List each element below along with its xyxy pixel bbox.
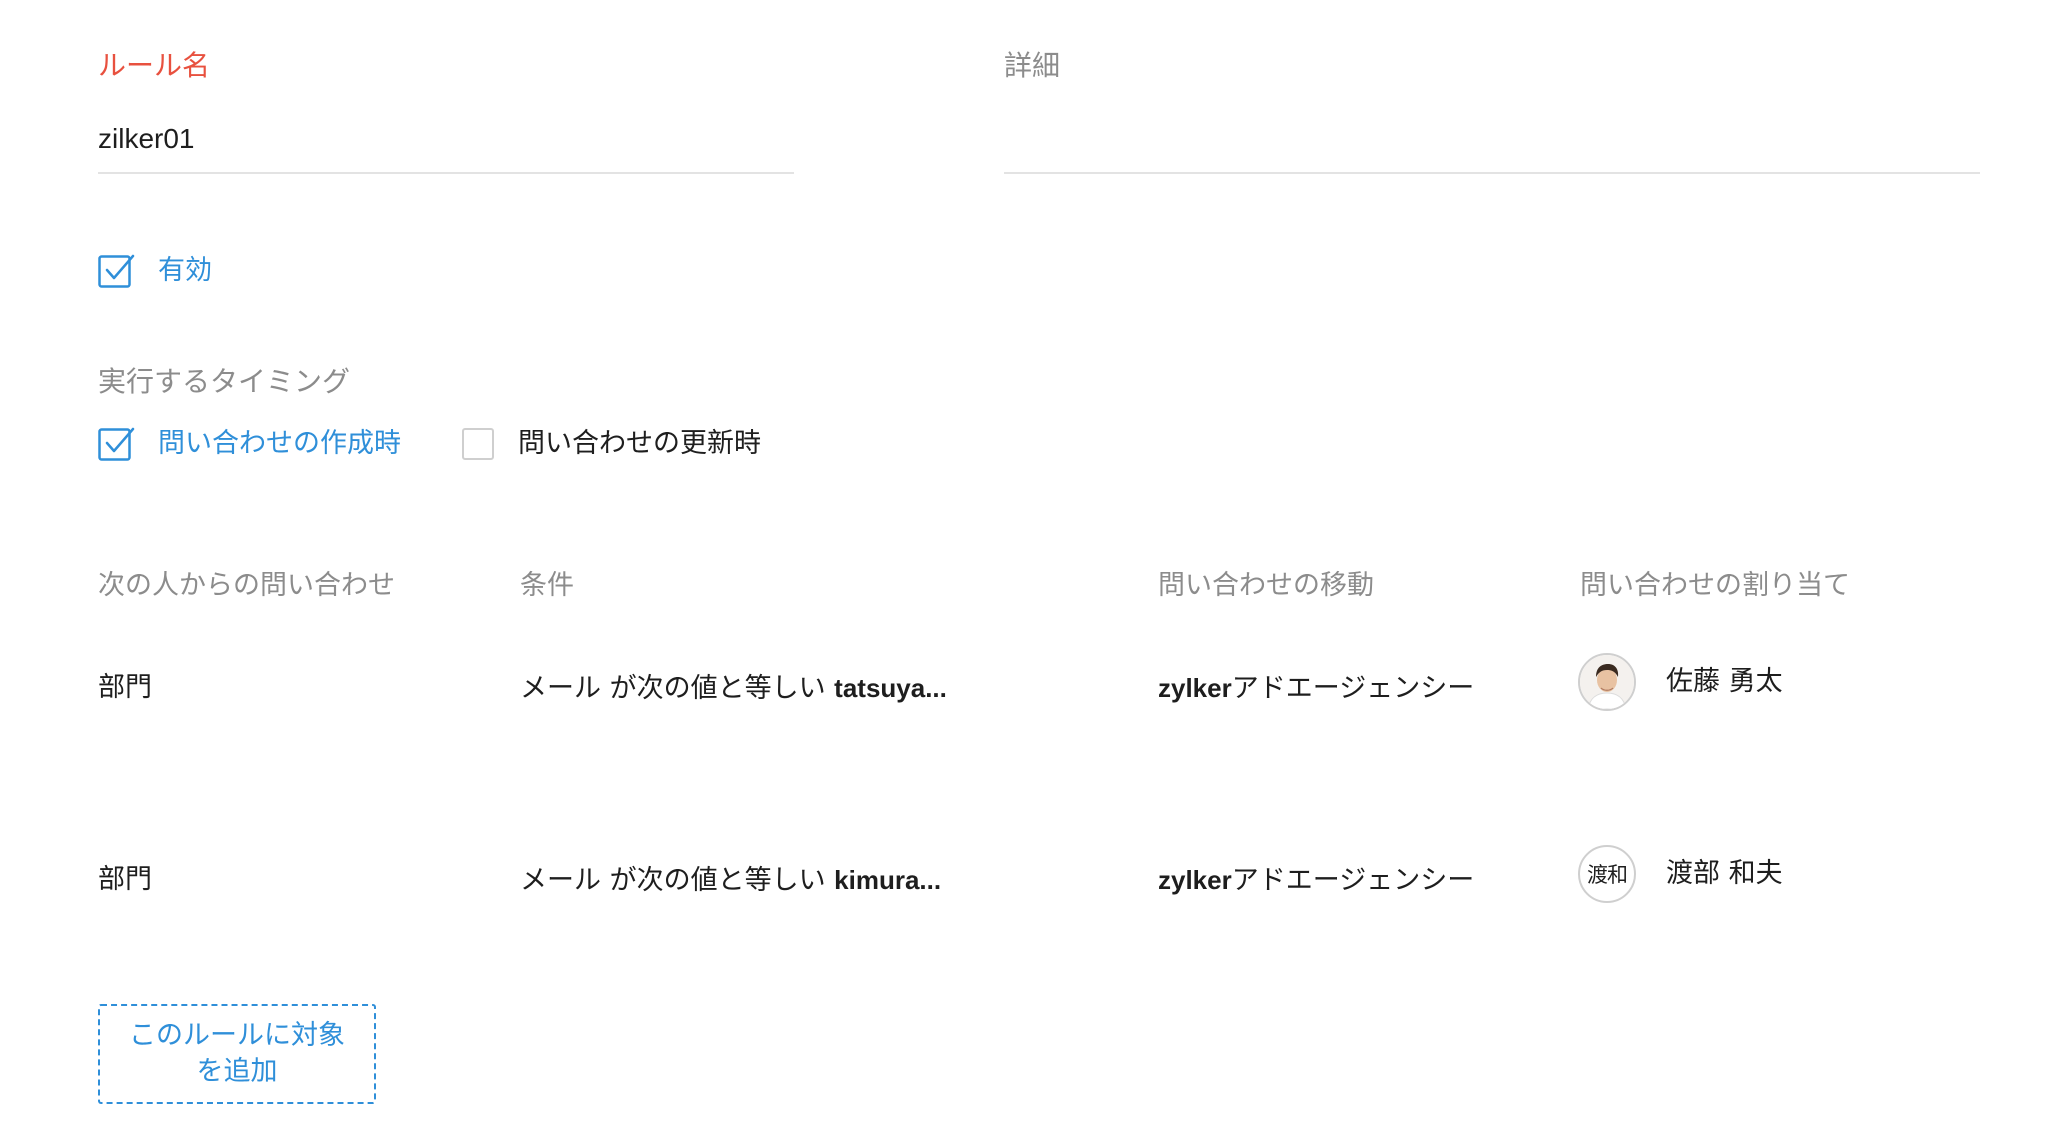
description-input[interactable] xyxy=(1004,120,1980,174)
on-create-checkbox[interactable]: 問い合わせの作成時 xyxy=(98,426,401,462)
condition-text: メール が次の値と等しい xyxy=(520,865,835,896)
condition-text: メール が次の値と等しい xyxy=(520,673,835,704)
checked-checkbox-icon xyxy=(98,426,135,462)
on-create-label: 問い合わせの作成時 xyxy=(158,428,401,459)
enabled-checkbox[interactable]: 有効 xyxy=(98,253,212,289)
on-update-label: 問い合わせの更新時 xyxy=(518,428,761,459)
department-name-latin: zylker xyxy=(1158,865,1232,895)
on-update-checkbox[interactable]: 問い合わせの更新時 xyxy=(462,426,761,462)
person-photo-icon xyxy=(1580,655,1634,709)
column-header-from: 次の人からの問い合わせ xyxy=(98,570,395,601)
assignee-name: 渡部 和夫 xyxy=(1666,858,1783,889)
department-name-rest: アドエージェンシー xyxy=(1231,673,1475,704)
rule-name-input[interactable] xyxy=(98,120,794,174)
enabled-label: 有効 xyxy=(158,255,212,286)
avatar: 渡和 xyxy=(1578,845,1636,903)
checked-checkbox-icon xyxy=(98,253,135,289)
add-target-button[interactable]: このルールに対象を追加 xyxy=(98,1004,376,1104)
rule-name-label: ルール名 xyxy=(98,49,211,82)
avatar-initials: 渡和 xyxy=(1587,863,1628,887)
from-cell: 部門 xyxy=(98,864,152,895)
condition-cell: メール が次の値と等しい kimura... xyxy=(520,862,941,899)
description-label: 詳細 xyxy=(1004,49,1061,82)
unchecked-checkbox-icon xyxy=(462,428,494,460)
avatar xyxy=(1578,653,1636,711)
column-header-move: 問い合わせの移動 xyxy=(1158,570,1374,601)
department-cell: zylkerアドエージェンシー xyxy=(1158,862,1474,899)
from-cell: 部門 xyxy=(98,672,152,703)
department-name-latin: zylker xyxy=(1158,673,1232,703)
timing-label: 実行するタイミング xyxy=(98,365,351,398)
column-header-condition: 条件 xyxy=(520,570,574,601)
condition-value: tatsuya... xyxy=(834,673,947,703)
condition-cell: メール が次の値と等しい tatsuya... xyxy=(520,670,947,707)
department-cell: zylkerアドエージェンシー xyxy=(1158,670,1474,707)
assignee-name: 佐藤 勇太 xyxy=(1666,666,1783,697)
condition-value: kimura... xyxy=(834,865,942,895)
department-name-rest: アドエージェンシー xyxy=(1231,865,1475,896)
column-header-assign: 問い合わせの割り当て xyxy=(1580,570,1850,601)
